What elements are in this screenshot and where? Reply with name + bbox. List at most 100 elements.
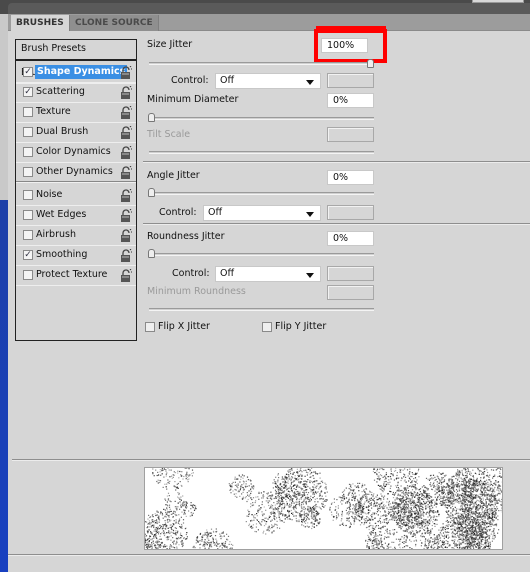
option-checkbox[interactable] [23,210,33,220]
minimum-diameter-value[interactable]: 0% [327,93,374,108]
option-checkbox[interactable] [23,147,33,157]
option-checkbox[interactable]: ✓ [23,67,33,77]
roundness-control-fade-value [327,266,374,281]
dropdown-arrow-icon [306,212,314,217]
angle-control-label: Control: [159,207,197,218]
brush-stroke-preview-image [145,468,502,549]
size-control-select[interactable]: Off [215,73,321,89]
titlebar-button[interactable] [472,0,524,3]
brushes-panel: BRUSHES CLONE SOURCE Brush Presets Brush… [8,14,530,572]
angle-control-value: Off [208,207,223,218]
tilt-scale-label: Tilt Scale [147,129,191,140]
sidebar-item-smoothing[interactable]: ✓ Smoothing [16,246,136,266]
angle-jitter-slider-thumb[interactable] [148,188,155,197]
sidebar-item-scattering[interactable]: ✓ Scattering [16,83,136,103]
flip-x-jitter-label: Flip X Jitter [158,321,210,332]
lock-icon[interactable] [120,208,132,222]
dropdown-arrow-icon [306,80,314,85]
brush-stroke-preview [144,467,503,550]
roundness-jitter-label: Roundness Jitter [147,231,225,242]
angle-jitter-label: Angle Jitter [147,170,200,181]
sidebar-item-wet-edges[interactable]: Wet Edges [16,206,136,226]
minimum-diameter-slider-thumb[interactable] [148,113,155,122]
option-label: Noise [36,189,63,200]
sidebar-item-dual-brush[interactable]: Dual Brush [16,123,136,143]
option-checkbox[interactable] [23,230,33,240]
roundness-control-select[interactable]: Off [215,266,321,282]
sidebar-item-other-dynamics[interactable]: Other Dynamics [16,163,136,183]
flip-x-jitter-checkbox[interactable] [145,322,155,332]
option-label: Wet Edges [36,209,87,220]
lock-icon[interactable] [120,228,132,242]
angle-jitter-slider[interactable] [149,192,374,195]
dropdown-arrow-icon [306,273,314,278]
panel-header [8,3,530,14]
lock-icon[interactable] [120,105,132,119]
option-checkbox[interactable] [23,127,33,137]
option-checkbox[interactable]: ✓ [23,250,33,260]
size-jitter-label: Size Jitter [147,39,193,50]
option-label: Texture [36,106,71,117]
size-control-fade-value [327,73,374,88]
option-checkbox[interactable] [23,107,33,117]
minimum-roundness-label: Minimum Roundness [147,286,246,297]
option-checkbox[interactable] [23,190,33,200]
sidebar-item-noise[interactable]: Noise [16,186,136,206]
lock-icon[interactable] [120,165,132,179]
option-checkbox[interactable]: ✓ [23,87,33,97]
roundness-jitter-slider[interactable] [149,253,374,256]
size-control-label: Control: [171,75,209,86]
red-highlight-tab [316,26,386,31]
roundness-control-label: Control: [172,268,210,279]
option-label: Airbrush [36,229,76,240]
angle-jitter-value[interactable]: 0% [327,170,374,185]
list-separator [16,181,136,183]
option-label: Shape Dynamics [35,65,128,79]
preview-divider-bottom [8,554,530,556]
tab-clone-source[interactable]: CLONE SOURCE [69,15,159,31]
desktop-background [0,0,8,572]
section-divider [143,223,530,225]
option-label: Other Dynamics [36,166,113,177]
lock-icon[interactable] [120,188,132,202]
roundness-jitter-slider-thumb[interactable] [148,249,155,258]
brush-presets-item[interactable]: Brush Presets [16,40,136,61]
flip-y-jitter-label: Flip Y Jitter [275,321,327,332]
flip-y-jitter-checkbox[interactable] [262,322,272,332]
sidebar-item-color-dynamics[interactable]: Color Dynamics [16,143,136,163]
angle-control-fade-value [327,205,374,220]
lock-icon[interactable] [120,125,132,139]
lock-icon[interactable] [120,268,132,282]
sidebar-item-texture[interactable]: Texture [16,103,136,123]
minimum-diameter-slider[interactable] [149,117,374,120]
roundness-jitter-value[interactable]: 0% [327,231,374,246]
option-checkbox[interactable] [23,167,33,177]
roundness-control-value: Off [220,268,235,279]
tab-brushes[interactable]: BRUSHES [11,15,69,31]
minimum-roundness-slider [149,308,374,311]
option-label: Smoothing [36,249,88,260]
lock-icon[interactable] [120,85,132,99]
sidebar-item-protect-texture[interactable]: Protect Texture [16,266,136,286]
option-label: Scattering [36,86,85,97]
lock-icon[interactable] [120,248,132,262]
minimum-roundness-value [327,285,374,300]
size-control-value: Off [220,75,235,86]
angle-control-select[interactable]: Off [203,205,321,221]
option-checkbox[interactable] [23,270,33,280]
option-label: Protect Texture [36,269,108,280]
size-jitter-slider-thumb[interactable] [367,59,374,68]
brush-options-list: Brush Presets Brush Tip Shape ✓Shape Dyn… [15,39,137,341]
brush-dabs [145,468,502,549]
sidebar-item-shape-dynamics[interactable]: ✓ Shape Dynamics [16,63,136,83]
option-label: Color Dynamics [36,146,111,157]
red-highlight-box [314,29,387,63]
section-divider [143,161,530,163]
tilt-scale-value [327,127,374,142]
lock-icon[interactable] [120,145,132,159]
option-label: Dual Brush [36,126,89,137]
lock-icon[interactable] [120,65,132,79]
size-jitter-slider[interactable] [149,62,374,65]
minimum-diameter-label: Minimum Diameter [147,94,239,105]
sidebar-item-airbrush[interactable]: Airbrush [16,226,136,246]
